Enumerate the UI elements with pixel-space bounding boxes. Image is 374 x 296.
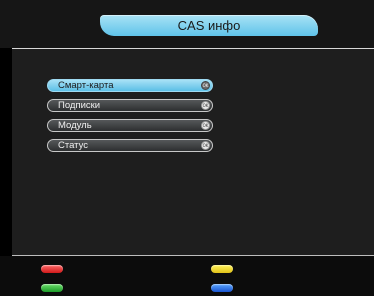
title-tab: CAS инфо [100, 15, 318, 36]
menu-item-label: Модуль [58, 120, 92, 131]
yellow-key-icon[interactable] [211, 265, 233, 273]
green-key-icon[interactable] [41, 284, 63, 292]
cas-info-screen: CAS инфо Смарт-карта OK Подписки OK Моду… [0, 0, 374, 296]
menu-item-subscriptions[interactable]: Подписки OK [47, 99, 213, 112]
blue-key-icon[interactable] [211, 284, 233, 292]
page-title: CAS инфо [177, 18, 241, 33]
menu-item-smart-card[interactable]: Смарт-карта OK [47, 79, 213, 92]
menu-item-module[interactable]: Модуль OK [47, 119, 213, 132]
ok-icon: OK [201, 121, 210, 130]
menu-item-status[interactable]: Статус OK [47, 139, 213, 152]
ok-icon: OK [201, 141, 210, 150]
ok-icon: OK [201, 101, 210, 110]
menu-item-label: Статус [58, 140, 89, 151]
red-key-icon[interactable] [41, 265, 63, 273]
menu-item-label: Смарт-карта [58, 80, 114, 91]
ok-icon: OK [201, 81, 210, 90]
menu-item-label: Подписки [58, 100, 101, 111]
header-bar: CAS инфо [0, 0, 374, 48]
